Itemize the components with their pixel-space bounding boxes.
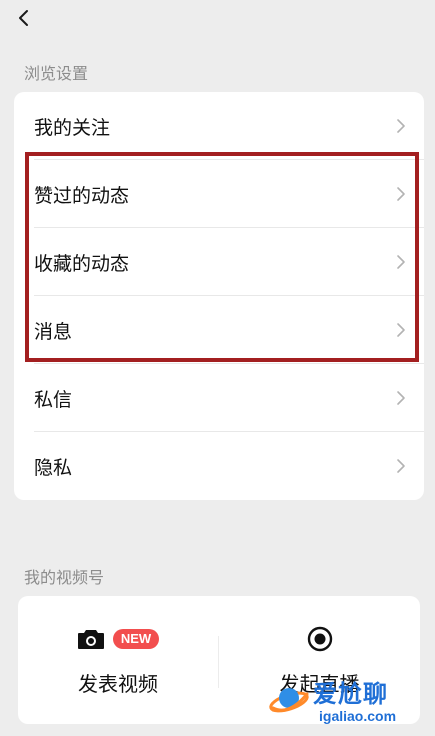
list-item-label: 我的关注 <box>34 116 111 139</box>
new-badge: NEW <box>112 629 160 649</box>
record-icon <box>307 626 332 652</box>
back-button[interactable] <box>12 6 36 30</box>
list-item-label: 消息 <box>34 320 73 343</box>
post-video-label: 发表视频 <box>78 672 158 696</box>
list-item-label: 隐私 <box>34 456 73 479</box>
list-item-label: 私信 <box>34 388 73 411</box>
channel-section-title: 我的视频号 <box>24 568 105 587</box>
list-item-label: 收藏的动态 <box>34 252 130 275</box>
post-video-button[interactable]: NEW 发表视频 <box>18 596 218 724</box>
chevron-right-icon <box>397 255 405 269</box>
chevron-right-icon <box>397 323 405 337</box>
camera-icon <box>77 630 104 649</box>
list-item-direct-messages[interactable]: 私信 <box>14 364 424 432</box>
list-item-liked-posts[interactable]: 赞过的动态 <box>14 160 424 228</box>
list-item-saved-posts[interactable]: 收藏的动态 <box>14 228 424 296</box>
watermark-title: 爱尬聊 <box>313 680 388 708</box>
watermark-url: igaliao.com <box>319 708 397 724</box>
chevron-left-icon <box>19 10 28 26</box>
list-item-messages[interactable]: 消息 <box>14 296 424 364</box>
list-item-label: 赞过的动态 <box>34 184 130 207</box>
list-item-following[interactable]: 我的关注 <box>14 92 424 160</box>
browse-settings-list: 我的关注 赞过的动态 收藏的动态 消息 私信 隐私 <box>14 92 424 500</box>
chevron-right-icon <box>397 459 405 473</box>
browse-settings-title: 浏览设置 <box>24 64 89 83</box>
list-item-privacy[interactable]: 隐私 <box>14 432 424 500</box>
chevron-right-icon <box>397 391 405 405</box>
chevron-right-icon <box>397 119 405 133</box>
chevron-right-icon <box>397 187 405 201</box>
watermark: 爱尬聊 igaliao.com <box>267 672 427 730</box>
planet-logo-icon <box>269 688 309 713</box>
